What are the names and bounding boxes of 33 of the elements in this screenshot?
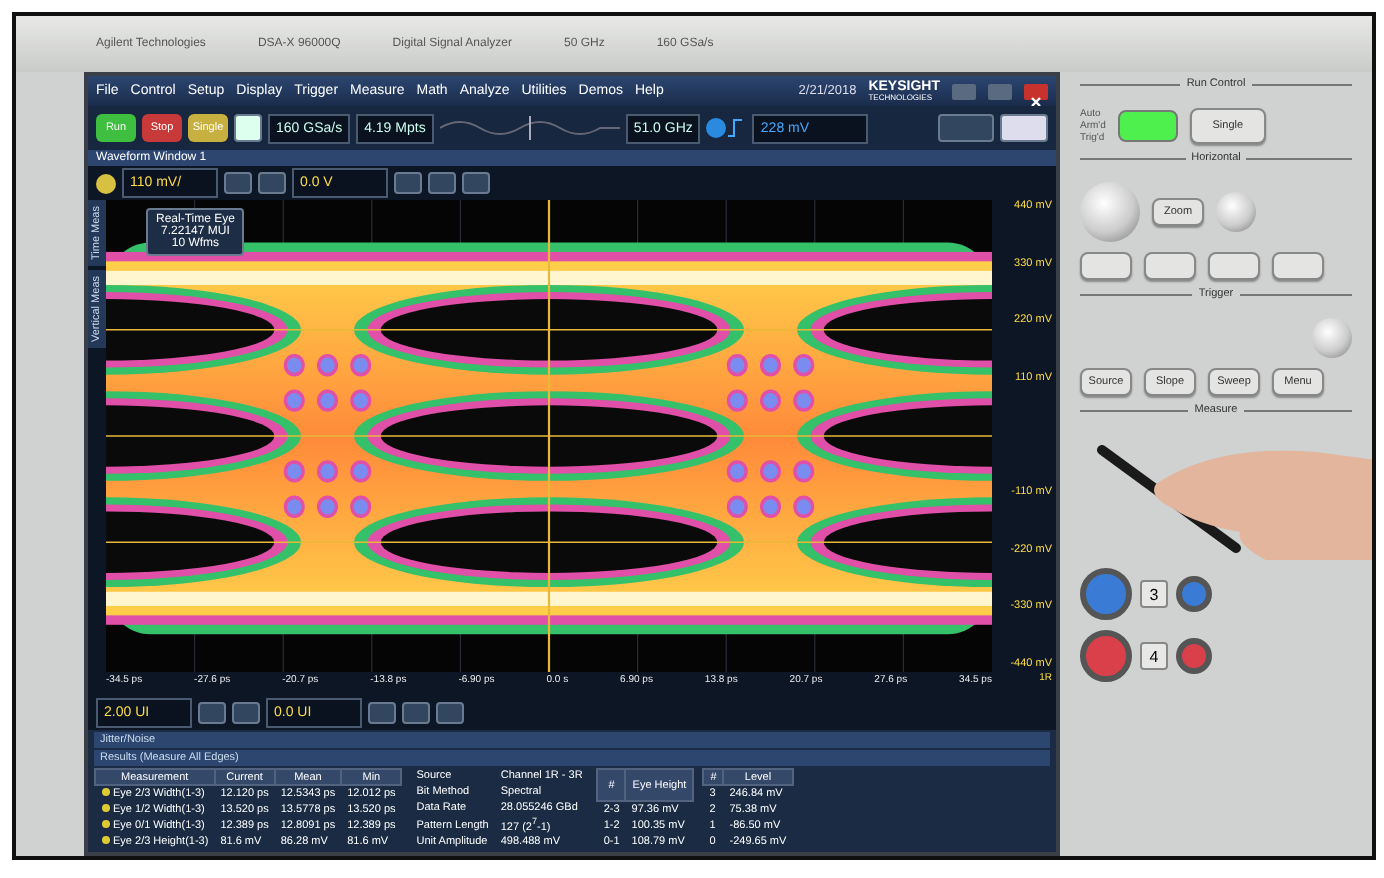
run-stop-button[interactable] [1117, 110, 1178, 142]
trigger-edge-icon [706, 116, 747, 140]
offset-down-button[interactable] [394, 172, 422, 194]
time-left-button[interactable] [368, 702, 396, 725]
channel-button[interactable]: 4 [1140, 642, 1168, 670]
horizontal-position-knob[interactable] [1216, 192, 1256, 232]
panel-button[interactable] [1080, 252, 1132, 280]
channel-knob[interactable] [1080, 568, 1132, 620]
offset-zero-button[interactable] [428, 172, 456, 194]
channel-icon [96, 173, 116, 193]
channel-button[interactable]: 3 [1140, 580, 1168, 608]
time-scale-down-button[interactable] [198, 702, 226, 725]
horizontal-scale-knob[interactable] [1080, 182, 1140, 242]
undo-redo-button[interactable] [938, 114, 994, 142]
waveform-icon [439, 116, 620, 140]
trigger-level-knob[interactable] [1312, 318, 1352, 358]
channel-knob[interactable] [1080, 630, 1132, 682]
minimize-button[interactable] [952, 83, 976, 99]
time-zero-button[interactable] [402, 702, 430, 725]
panel-button[interactable] [1144, 252, 1196, 280]
maximize-button[interactable] [988, 83, 1012, 99]
auto-scale-button[interactable] [1000, 114, 1048, 142]
time-scale-up-button[interactable] [232, 702, 260, 725]
scale-up-button[interactable] [258, 172, 286, 194]
offset-up-button[interactable] [462, 172, 490, 194]
channel-offset-knob[interactable] [1176, 638, 1212, 674]
time-right-button[interactable] [436, 702, 464, 725]
default-setup-button[interactable] [234, 114, 262, 142]
panel-button[interactable] [1272, 252, 1324, 280]
panel-button[interactable] [1208, 252, 1260, 280]
scale-down-button[interactable] [224, 172, 252, 194]
close-icon [1030, 95, 1042, 107]
channel-offset-knob[interactable] [1176, 576, 1212, 612]
